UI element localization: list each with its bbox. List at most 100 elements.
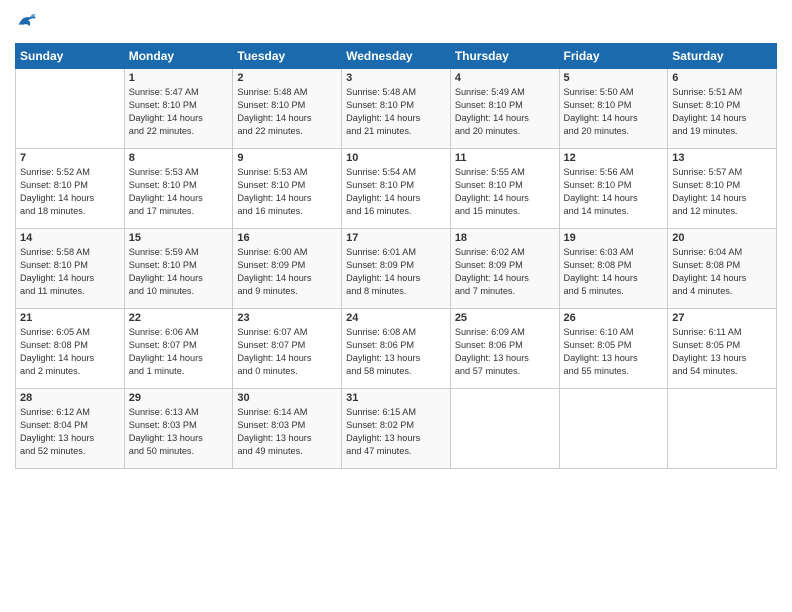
week-row-1: 1 Sunrise: 5:47 AM Sunset: 8:10 PM Daylig… — [16, 69, 777, 149]
day-cell: 18Sunrise: 6:02 AM Sunset: 8:09 PM Dayli… — [450, 229, 559, 309]
day-info: Sunrise: 6:06 AM Sunset: 8:07 PM Dayligh… — [129, 326, 229, 378]
day-cell: 4 Sunrise: 5:49 AM Sunset: 8:10 PM Daylig… — [450, 69, 559, 149]
day-info: Sunrise: 6:10 AM Sunset: 8:05 PM Dayligh… — [564, 326, 664, 378]
day-info: Sunrise: 5:52 AM Sunset: 8:10 PM Dayligh… — [20, 166, 120, 218]
day-info: Sunrise: 6:15 AM Sunset: 8:02 PM Dayligh… — [346, 406, 446, 458]
day-number: 5 — [564, 72, 664, 84]
day-info: Sunrise: 5:47 AM Sunset: 8:10 PM Dayligh… — [129, 86, 229, 138]
day-number: 4 — [455, 72, 555, 84]
logo-icon — [15, 10, 37, 37]
day-number: 7 — [20, 152, 120, 164]
logo — [15, 10, 41, 37]
day-cell: 1 Sunrise: 5:47 AM Sunset: 8:10 PM Daylig… — [124, 69, 233, 149]
day-number: 13 — [672, 152, 772, 164]
day-cell: 30 Sunrise: 6:14 AM Sunset: 8:03 PM Dayli… — [233, 389, 342, 469]
day-number: 15 — [129, 232, 229, 244]
col-header-saturday: Saturday — [668, 44, 777, 69]
day-number: 25 — [455, 312, 555, 324]
day-cell: 13 Sunrise: 5:57 AM Sunset: 8:10 PM Dayli… — [668, 149, 777, 229]
day-cell: 16Sunrise: 6:00 AM Sunset: 8:09 PM Dayli… — [233, 229, 342, 309]
day-info: Sunrise: 5:57 AM Sunset: 8:10 PM Dayligh… — [672, 166, 772, 218]
day-cell: 26 Sunrise: 6:10 AM Sunset: 8:05 PM Dayli… — [559, 309, 668, 389]
day-cell: 3Sunrise: 5:48 AM Sunset: 8:10 PM Daylig… — [342, 69, 451, 149]
day-number: 21 — [20, 312, 120, 324]
day-number: 30 — [237, 392, 337, 404]
day-info: Sunrise: 6:03 AM Sunset: 8:08 PM Dayligh… — [564, 246, 664, 298]
week-row-2: 7 Sunrise: 5:52 AM Sunset: 8:10 PM Daylig… — [16, 149, 777, 229]
day-info: Sunrise: 6:00 AM Sunset: 8:09 PM Dayligh… — [237, 246, 337, 298]
day-number: 27 — [672, 312, 772, 324]
day-info: Sunrise: 5:56 AM Sunset: 8:10 PM Dayligh… — [564, 166, 664, 218]
day-info: Sunrise: 5:53 AM Sunset: 8:10 PM Dayligh… — [129, 166, 229, 218]
day-cell: 28 Sunrise: 6:12 AM Sunset: 8:04 PM Dayli… — [16, 389, 125, 469]
day-cell — [559, 389, 668, 469]
day-number: 29 — [129, 392, 229, 404]
day-cell: 27 Sunrise: 6:11 AM Sunset: 8:05 PM Dayli… — [668, 309, 777, 389]
calendar-table: SundayMondayTuesdayWednesdayThursdayFrid… — [15, 43, 777, 469]
day-info: Sunrise: 6:13 AM Sunset: 8:03 PM Dayligh… — [129, 406, 229, 458]
day-cell: 21Sunrise: 6:05 AM Sunset: 8:08 PM Dayli… — [16, 309, 125, 389]
day-info: Sunrise: 5:53 AM Sunset: 8:10 PM Dayligh… — [237, 166, 337, 218]
day-number: 23 — [237, 312, 337, 324]
day-cell: 6Sunrise: 5:51 AM Sunset: 8:10 PM Daylig… — [668, 69, 777, 149]
day-number: 14 — [20, 232, 120, 244]
day-number: 6 — [672, 72, 772, 84]
main-container: SundayMondayTuesdayWednesdayThursdayFrid… — [0, 0, 792, 474]
day-info: Sunrise: 6:09 AM Sunset: 8:06 PM Dayligh… — [455, 326, 555, 378]
day-info: Sunrise: 5:58 AM Sunset: 8:10 PM Dayligh… — [20, 246, 120, 298]
day-cell: 19 Sunrise: 6:03 AM Sunset: 8:08 PM Dayli… — [559, 229, 668, 309]
day-number: 3 — [346, 72, 446, 84]
day-cell: 25 Sunrise: 6:09 AM Sunset: 8:06 PM Dayli… — [450, 309, 559, 389]
day-number: 10 — [346, 152, 446, 164]
day-info: Sunrise: 6:14 AM Sunset: 8:03 PM Dayligh… — [237, 406, 337, 458]
day-info: Sunrise: 6:02 AM Sunset: 8:09 PM Dayligh… — [455, 246, 555, 298]
day-info: Sunrise: 6:11 AM Sunset: 8:05 PM Dayligh… — [672, 326, 772, 378]
day-cell: 12 Sunrise: 5:56 AM Sunset: 8:10 PM Dayli… — [559, 149, 668, 229]
week-row-3: 14 Sunrise: 5:58 AM Sunset: 8:10 PM Dayli… — [16, 229, 777, 309]
day-cell: 22 Sunrise: 6:06 AM Sunset: 8:07 PM Dayli… — [124, 309, 233, 389]
day-cell: 5Sunrise: 5:50 AM Sunset: 8:10 PM Daylig… — [559, 69, 668, 149]
day-cell: 10 Sunrise: 5:54 AM Sunset: 8:10 PM Dayli… — [342, 149, 451, 229]
day-number: 31 — [346, 392, 446, 404]
day-cell: 15 Sunrise: 5:59 AM Sunset: 8:10 PM Dayli… — [124, 229, 233, 309]
day-number: 17 — [346, 232, 446, 244]
day-cell — [450, 389, 559, 469]
day-cell — [16, 69, 125, 149]
day-cell: 14 Sunrise: 5:58 AM Sunset: 8:10 PM Dayli… — [16, 229, 125, 309]
day-cell: 7 Sunrise: 5:52 AM Sunset: 8:10 PM Daylig… — [16, 149, 125, 229]
day-cell: 29 Sunrise: 6:13 AM Sunset: 8:03 PM Dayli… — [124, 389, 233, 469]
day-info: Sunrise: 6:08 AM Sunset: 8:06 PM Dayligh… — [346, 326, 446, 378]
day-number: 8 — [129, 152, 229, 164]
day-info: Sunrise: 5:59 AM Sunset: 8:10 PM Dayligh… — [129, 246, 229, 298]
day-cell: 23Sunrise: 6:07 AM Sunset: 8:07 PM Dayli… — [233, 309, 342, 389]
day-cell: 11 Sunrise: 5:55 AM Sunset: 8:10 PM Dayli… — [450, 149, 559, 229]
day-cell: 31 Sunrise: 6:15 AM Sunset: 8:02 PM Dayli… — [342, 389, 451, 469]
day-info: Sunrise: 5:55 AM Sunset: 8:10 PM Dayligh… — [455, 166, 555, 218]
day-info: Sunrise: 5:54 AM Sunset: 8:10 PM Dayligh… — [346, 166, 446, 218]
week-row-5: 28 Sunrise: 6:12 AM Sunset: 8:04 PM Dayli… — [16, 389, 777, 469]
day-number: 1 — [129, 72, 229, 84]
day-number: 11 — [455, 152, 555, 164]
day-cell — [668, 389, 777, 469]
col-header-tuesday: Tuesday — [233, 44, 342, 69]
day-number: 22 — [129, 312, 229, 324]
day-number: 20 — [672, 232, 772, 244]
day-info: Sunrise: 6:01 AM Sunset: 8:09 PM Dayligh… — [346, 246, 446, 298]
col-header-friday: Friday — [559, 44, 668, 69]
day-number: 26 — [564, 312, 664, 324]
day-number: 9 — [237, 152, 337, 164]
col-header-monday: Monday — [124, 44, 233, 69]
day-number: 28 — [20, 392, 120, 404]
col-header-sunday: Sunday — [16, 44, 125, 69]
day-info: Sunrise: 5:49 AM Sunset: 8:10 PM Dayligh… — [455, 86, 555, 138]
col-header-wednesday: Wednesday — [342, 44, 451, 69]
day-number: 24 — [346, 312, 446, 324]
day-cell: 17 Sunrise: 6:01 AM Sunset: 8:09 PM Dayli… — [342, 229, 451, 309]
day-info: Sunrise: 6:04 AM Sunset: 8:08 PM Dayligh… — [672, 246, 772, 298]
day-info: Sunrise: 6:12 AM Sunset: 8:04 PM Dayligh… — [20, 406, 120, 458]
week-row-4: 21Sunrise: 6:05 AM Sunset: 8:08 PM Dayli… — [16, 309, 777, 389]
day-number: 19 — [564, 232, 664, 244]
day-number: 12 — [564, 152, 664, 164]
col-header-thursday: Thursday — [450, 44, 559, 69]
calendar-header-row: SundayMondayTuesdayWednesdayThursdayFrid… — [16, 44, 777, 69]
